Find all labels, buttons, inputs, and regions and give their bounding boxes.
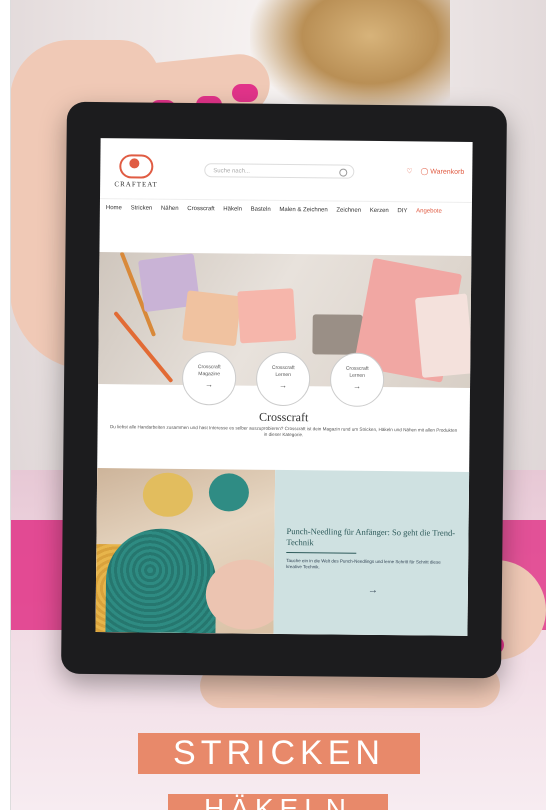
nav-item-malen[interactable]: Malen & Zeichnen xyxy=(279,205,327,216)
nav-item-haekeln[interactable]: Häkeln xyxy=(223,204,242,214)
headline-line-2: HÄKELN xyxy=(168,794,388,810)
hero-circle-1-line-1: Crosscraft xyxy=(197,364,221,371)
feature-card[interactable]: Punch-Needling für Anfänger: So geht die… xyxy=(95,468,470,636)
tablet-screen: CRAFTEAT Suche nach... ♡ ◯ Warenkorb Hom… xyxy=(95,138,473,636)
pencil-2 xyxy=(113,310,174,384)
nav-item-crosscraft[interactable]: Crosscraft xyxy=(187,204,214,214)
site-logo[interactable]: CRAFTEAT xyxy=(106,154,166,189)
hero-circle-2-line-1: Crosscraft xyxy=(271,364,295,372)
search-icon[interactable] xyxy=(339,168,348,177)
feature-image xyxy=(95,468,276,634)
search-placeholder: Suche nach... xyxy=(213,168,251,175)
fabric-swatch-2 xyxy=(182,290,242,347)
tablet: CRAFTEAT Suche nach... ♡ ◯ Warenkorb Hom… xyxy=(61,101,507,679)
feature-text: Tauche ein in die Welt des Punch-Needlin… xyxy=(286,558,441,570)
nav-item-angebote[interactable]: Angebote xyxy=(416,206,442,216)
site-header: CRAFTEAT Suche nach... ♡ ◯ Warenkorb xyxy=(99,138,473,203)
yarn-ball-yellow xyxy=(142,472,194,518)
hero-circle-2-line-2: Lernen xyxy=(275,371,291,379)
nail-3 xyxy=(232,84,258,102)
arrow-right-icon: → xyxy=(352,381,362,391)
nav-item-basteln[interactable]: Basteln xyxy=(251,205,271,215)
page-left-margin xyxy=(0,0,11,810)
search-input[interactable]: Suche nach... xyxy=(204,163,355,179)
fabric-swatch-3 xyxy=(237,288,297,344)
fabric-swatch-6 xyxy=(414,293,472,378)
hero-circle-learn-1[interactable]: Crosscraft Lernen → xyxy=(255,351,311,407)
nav-item-zeichnen[interactable]: Zeichnen xyxy=(336,206,361,216)
feature-title[interactable]: Punch-Needling für Anfänger: So geht die… xyxy=(286,526,460,550)
hero-circle-3-line-1: Crosscraft xyxy=(345,365,369,372)
wishlist-icon[interactable]: ♡ xyxy=(406,168,412,175)
arrow-right-icon: → xyxy=(205,380,214,390)
nav-item-diy[interactable]: DIY xyxy=(397,206,407,216)
hero-circle-3-line-2: Lernen xyxy=(349,372,365,379)
section-description: Du liebst alle Handarbeiten zusammen und… xyxy=(109,424,458,438)
promo-photo: CRAFTEAT Suche nach... ♡ ◯ Warenkorb Hom… xyxy=(0,0,546,810)
logo-mark-icon xyxy=(119,154,154,179)
arrow-right-icon: → xyxy=(279,380,288,391)
feature-text-panel: Punch-Needling für Anfänger: So geht die… xyxy=(273,469,470,636)
nav-item-home[interactable]: Home xyxy=(106,203,122,213)
feature-divider xyxy=(286,552,357,554)
headline-line-1: STRICKEN xyxy=(138,733,420,774)
nav-item-kerzen[interactable]: Kerzen xyxy=(370,206,389,216)
cart-icon[interactable]: ◯ Warenkorb xyxy=(420,168,464,175)
hero-circle-magazine[interactable]: Crosscraft Magazine → xyxy=(181,350,237,406)
hand-with-needle xyxy=(205,559,276,631)
nav-item-stricken[interactable]: Stricken xyxy=(131,203,153,213)
nav-item-naehen[interactable]: Nähen xyxy=(161,204,179,214)
yarn-ball-teal xyxy=(208,473,250,512)
logo-text: CRAFTEAT xyxy=(114,180,158,189)
hero-circle-learn-2[interactable]: Crosscraft Lernen → xyxy=(329,352,385,408)
punch-rug-teal xyxy=(105,528,217,634)
hero-circle-1-line-2: Magazine xyxy=(198,371,221,378)
arrow-right-icon[interactable]: → xyxy=(368,585,378,596)
hair xyxy=(250,0,450,120)
fabric-swatch-4 xyxy=(312,314,363,355)
header-icons: ♡ ◯ Warenkorb xyxy=(400,167,464,176)
